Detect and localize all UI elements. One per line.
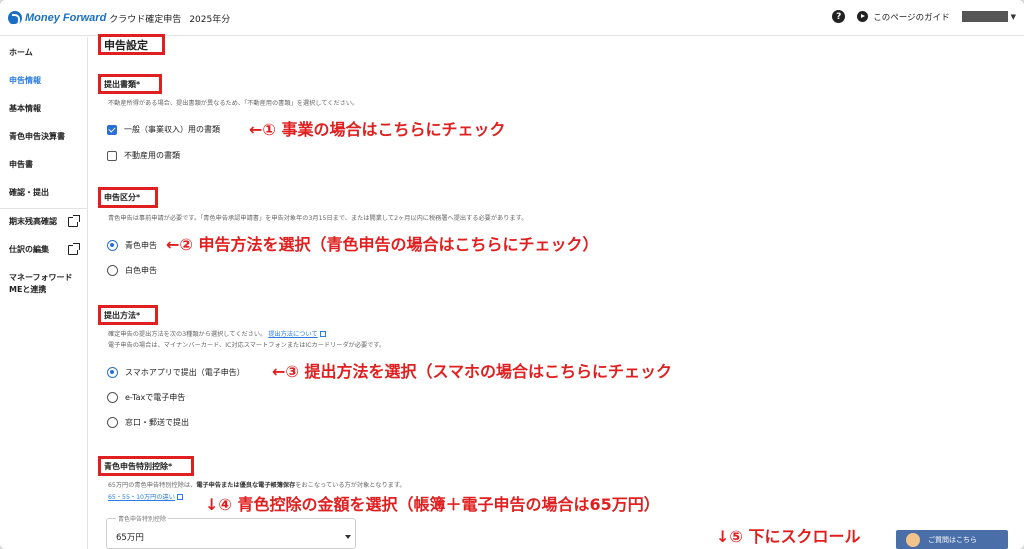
- sidebar-item-tax-return[interactable]: 申告書: [9, 159, 33, 171]
- method-description-text: 確定申告の提出方法を次の3種類から選択してください。: [108, 331, 267, 338]
- deduction-select-label: 青色申告特別控除: [116, 514, 169, 523]
- annotation-5: ↓⑤ 下にスクロール: [716, 527, 861, 546]
- radio-icon[interactable]: [107, 417, 118, 428]
- option-label: 窓口・郵送で提出: [125, 418, 189, 427]
- sidebar-item-blue-return-statement[interactable]: 青色申告決算書: [9, 131, 65, 143]
- section-title-deduction: 青色申告特別控除*: [98, 456, 194, 476]
- page-title: 申告設定: [98, 34, 165, 55]
- section-title-documents: 提出書類*: [98, 74, 162, 94]
- external-link-icon: [176, 494, 183, 500]
- radio-selected-icon[interactable]: [107, 240, 118, 251]
- top-header: Money Forward クラウド確定申告 2025年分 ? このページのガイ…: [0, 0, 1024, 36]
- app-window: Money Forward クラウド確定申告 2025年分 ? このページのガイ…: [0, 0, 1024, 549]
- external-link-icon: [319, 331, 326, 337]
- support-avatar-icon: [906, 532, 920, 547]
- category-description: 青色申告は事前申請が必要です。「青色申告承認申請書」を申告対象年の3月15日まで…: [108, 215, 528, 222]
- annotation-3: ←③ 提出方法を選択（スマホの場合はこちらにチェック: [272, 362, 673, 381]
- sidebar-item-journal-edit[interactable]: 仕訳の編集: [9, 244, 49, 256]
- option-general-documents[interactable]: 一般（事業収入）用の書類: [107, 124, 220, 135]
- chevron-down-icon[interactable]: ▼: [1011, 13, 1016, 21]
- contact-button[interactable]: ご質問はこちら: [896, 530, 1008, 549]
- page-guide-link[interactable]: このページのガイド: [873, 11, 949, 23]
- deduction-difference-link[interactable]: 65・55・10万円の違い: [108, 494, 175, 501]
- annotation-2: ←② 申告方法を選択（青色申告の場合はこちらにチェック）: [166, 235, 599, 254]
- option-smartphone-app[interactable]: スマホアプリで提出（電子申告）: [107, 367, 245, 378]
- method-description: 確定申告の提出方法を次の3種類から選択してください。 提出方法について: [108, 329, 326, 338]
- radio-icon[interactable]: [107, 392, 118, 403]
- option-label: スマホアプリで提出（電子申告）: [125, 368, 245, 377]
- deduction-desc-rest: をおこなっている方が対象となります。: [295, 482, 406, 489]
- external-link-icon: [68, 215, 80, 227]
- sidebar-item-declaration-info[interactable]: 申告情報: [9, 75, 41, 87]
- annotation-1: ←① 事業の場合はこちらにチェック: [249, 120, 506, 139]
- section-title-category: 申告区分*: [98, 187, 158, 208]
- play-icon[interactable]: [857, 11, 869, 22]
- method-help-link[interactable]: 提出方法について: [268, 331, 317, 338]
- section-title-method: 提出方法*: [98, 305, 158, 325]
- option-etax[interactable]: e-Taxで電子申告: [107, 392, 185, 403]
- user-menu[interactable]: [961, 11, 1008, 22]
- option-real-estate-documents[interactable]: 不動産用の書類: [107, 150, 180, 161]
- radio-selected-icon[interactable]: [107, 367, 118, 378]
- sidebar-item-confirm-submit[interactable]: 確認・提出: [9, 187, 49, 199]
- money-forward-logo-icon: [8, 11, 22, 26]
- chevron-down-icon[interactable]: [345, 535, 351, 539]
- logo[interactable]: Money Forward クラウド確定申告 2025年分: [8, 11, 231, 26]
- deduction-select-value[interactable]: 65万円: [116, 531, 144, 543]
- sidebar-item-basic-info[interactable]: 基本情報: [9, 103, 41, 115]
- radio-icon[interactable]: [107, 265, 118, 276]
- brand-name: Money Forward: [25, 12, 107, 24]
- option-label: e-Taxで電子申告: [125, 393, 186, 402]
- option-label: 一般（事業収入）用の書類: [124, 125, 220, 134]
- deduction-link-row: 65・55・10万円の違い: [108, 492, 183, 501]
- contact-label: ご質問はこちら: [928, 535, 977, 544]
- option-white-return[interactable]: 白色申告: [107, 265, 157, 276]
- checkbox-checked-icon[interactable]: [107, 124, 117, 135]
- sidebar-item-money-forward-me[interactable]: マネーフォワード MEと連携: [9, 272, 73, 296]
- sidebar-item-home[interactable]: ホーム: [9, 47, 33, 59]
- main-content: 申告設定 提出書類* 不動産所得がある場合、提出書類が異なるため、「不動産用の書…: [89, 34, 1024, 549]
- annotation-4: ↓④ 青色控除の金額を選択（帳簿＋電子申告の場合は65万円）: [205, 495, 660, 514]
- tax-year: 2025年分: [189, 14, 231, 25]
- option-counter-mail[interactable]: 窓口・郵送で提出: [107, 417, 189, 428]
- deduction-desc-bold: 電子申告または優良な電子帳簿保存: [196, 482, 296, 489]
- option-label: 白色申告: [125, 266, 157, 275]
- sidebar-item-period-end-balance[interactable]: 期末残高確認: [9, 216, 57, 228]
- deduction-description: 65万円の青色申告特別控除は、電子申告または優良な電子帳簿保存をおこなっている方…: [108, 480, 406, 489]
- sidebar: ホーム 申告情報 基本情報 青色申告決算書 申告書 確認・提出 期末残高確認 仕…: [0, 37, 88, 549]
- external-link-icon: [68, 243, 80, 255]
- documents-description: 不動産所得がある場合、提出書類が異なるため、「不動産用の書類」を選択してください…: [108, 100, 359, 107]
- product-name: クラウド確定申告: [109, 14, 182, 25]
- option-label: 不動産用の書類: [124, 151, 180, 160]
- divider: [0, 208, 88, 209]
- option-label: 青色申告: [125, 241, 157, 250]
- option-blue-return[interactable]: 青色申告: [107, 240, 157, 251]
- method-requirements: 電子申告の場合は、マイナンバーカード、IC対応スマートフォンまたはICカードリー…: [108, 342, 386, 349]
- checkbox-icon[interactable]: [107, 150, 117, 161]
- help-icon[interactable]: ?: [832, 10, 846, 23]
- deduction-desc-text: 65万円の青色申告特別控除は、: [108, 482, 197, 489]
